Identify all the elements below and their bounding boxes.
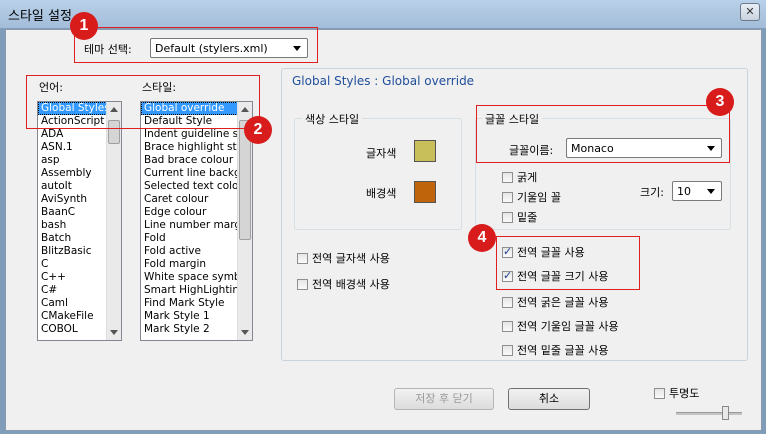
- annotation-badge-4: 4: [468, 224, 496, 252]
- style-list-item[interactable]: White space symbo: [141, 271, 252, 284]
- style-configurator-window: 스타일 설정 ✕ 테마 선택: Default (stylers.xml) 1 …: [0, 0, 766, 434]
- style-list-item[interactable]: Mark Style 1: [141, 310, 252, 323]
- scroll-down-icon[interactable]: [110, 330, 118, 335]
- global-underline-checkbox[interactable]: 전역 밑줄 글꼴 사용: [502, 342, 608, 358]
- global-italic-checkbox[interactable]: 전역 기울임 글꼴 사용: [502, 318, 619, 334]
- fg-color-label: 글자색: [366, 147, 397, 160]
- checkbox-box[interactable]: [502, 172, 513, 183]
- annotation-box-3: [476, 105, 730, 163]
- window-title: 스타일 설정: [8, 9, 72, 24]
- font-size-select[interactable]: 10: [672, 181, 722, 201]
- transparency-label: 투명도: [669, 387, 700, 400]
- global-fg-checkbox[interactable]: 전역 글자색 사용: [297, 250, 390, 266]
- style-list-item[interactable]: Bad brace colour: [141, 154, 252, 167]
- bold-checkbox[interactable]: 굵게: [502, 169, 537, 185]
- global-bold-label: 전역 굵은 글꼴 사용: [517, 296, 609, 309]
- checkbox-box[interactable]: [502, 212, 513, 223]
- bg-color-label: 배경색: [366, 187, 397, 200]
- checkbox-box[interactable]: [502, 321, 513, 332]
- color-style-group: [294, 118, 462, 230]
- style-list[interactable]: Global override Default Style Indent guide…: [140, 101, 253, 341]
- underline-label: 밑줄: [517, 211, 538, 224]
- font-size-label: 크기:: [640, 186, 664, 199]
- save-close-button[interactable]: 저장 후 닫기: [394, 388, 494, 410]
- style-list-item[interactable]: Fold: [141, 232, 252, 245]
- style-list-item[interactable]: Brace highlight style: [141, 141, 252, 154]
- transparency-slider-track[interactable]: [676, 412, 742, 415]
- global-bold-checkbox[interactable]: 전역 굵은 글꼴 사용: [502, 294, 608, 310]
- bg-color-swatch[interactable]: [414, 181, 436, 203]
- global-bg-checkbox[interactable]: 전역 배경색 사용: [297, 276, 390, 292]
- cancel-button[interactable]: 취소: [508, 388, 590, 410]
- style-list-item[interactable]: Fold margin: [141, 258, 252, 271]
- style-list-item[interactable]: Smart HighLighting: [141, 284, 252, 297]
- italic-label: 기울임 꼴: [517, 191, 561, 204]
- checkbox-box[interactable]: [502, 192, 513, 203]
- annotation-box-4: [496, 236, 640, 290]
- chevron-down-icon: [707, 189, 715, 194]
- title-bar: 스타일 설정 ✕: [0, 0, 766, 28]
- annotation-badge-1: 1: [70, 12, 98, 40]
- style-list-item[interactable]: Find Mark Style: [141, 297, 252, 310]
- font-size-value: 10: [677, 185, 691, 198]
- style-list-item[interactable]: Selected text colou: [141, 180, 252, 193]
- annotation-box-2: [26, 75, 260, 129]
- bold-label: 굵게: [517, 171, 538, 184]
- style-list-item[interactable]: Indent guideline sty: [141, 128, 252, 141]
- style-list-item[interactable]: Edge colour: [141, 206, 252, 219]
- color-style-legend: 색상 스타일: [302, 111, 363, 127]
- fg-color-swatch[interactable]: [414, 140, 436, 162]
- language-list[interactable]: Global Styles ActionScript ADA ASN.1 asp Asse…: [37, 101, 122, 341]
- global-underline-label: 전역 밑줄 글꼴 사용: [517, 344, 609, 357]
- underline-checkbox[interactable]: 밑줄: [502, 209, 537, 225]
- global-italic-label: 전역 기울임 글꼴 사용: [517, 320, 619, 333]
- panel-heading: Global Styles : Global override: [292, 74, 475, 88]
- style-list-item[interactable]: Caret colour: [141, 193, 252, 206]
- close-button[interactable]: ✕: [740, 3, 760, 21]
- annotation-badge-2: 2: [244, 116, 272, 144]
- style-list-item[interactable]: Mark Style 2: [141, 323, 252, 336]
- style-list-item[interactable]: Fold active: [141, 245, 252, 258]
- style-list-item[interactable]: Line number margin: [141, 219, 252, 232]
- global-bg-label: 전역 배경색 사용: [312, 278, 390, 291]
- language-list-scrollbar[interactable]: [106, 102, 121, 340]
- checkbox-box[interactable]: [502, 345, 513, 356]
- transparency-checkbox[interactable]: 투명도: [654, 385, 699, 401]
- annotation-box-1: [74, 27, 318, 63]
- checkbox-box[interactable]: [654, 388, 665, 399]
- checkbox-box[interactable]: [297, 253, 308, 264]
- checkbox-box[interactable]: [502, 297, 513, 308]
- annotation-badge-3: 3: [706, 88, 734, 116]
- dialog-client: 테마 선택: Default (stylers.xml) 1 언어: 스타일: …: [5, 12, 762, 431]
- transparency-slider-thumb[interactable]: [722, 406, 729, 420]
- style-list-item[interactable]: Current line backgr: [141, 167, 252, 180]
- global-fg-label: 전역 글자색 사용: [312, 252, 390, 265]
- checkbox-box[interactable]: [297, 279, 308, 290]
- italic-checkbox[interactable]: 기울임 꼴: [502, 189, 561, 205]
- scroll-down-icon[interactable]: [241, 330, 249, 335]
